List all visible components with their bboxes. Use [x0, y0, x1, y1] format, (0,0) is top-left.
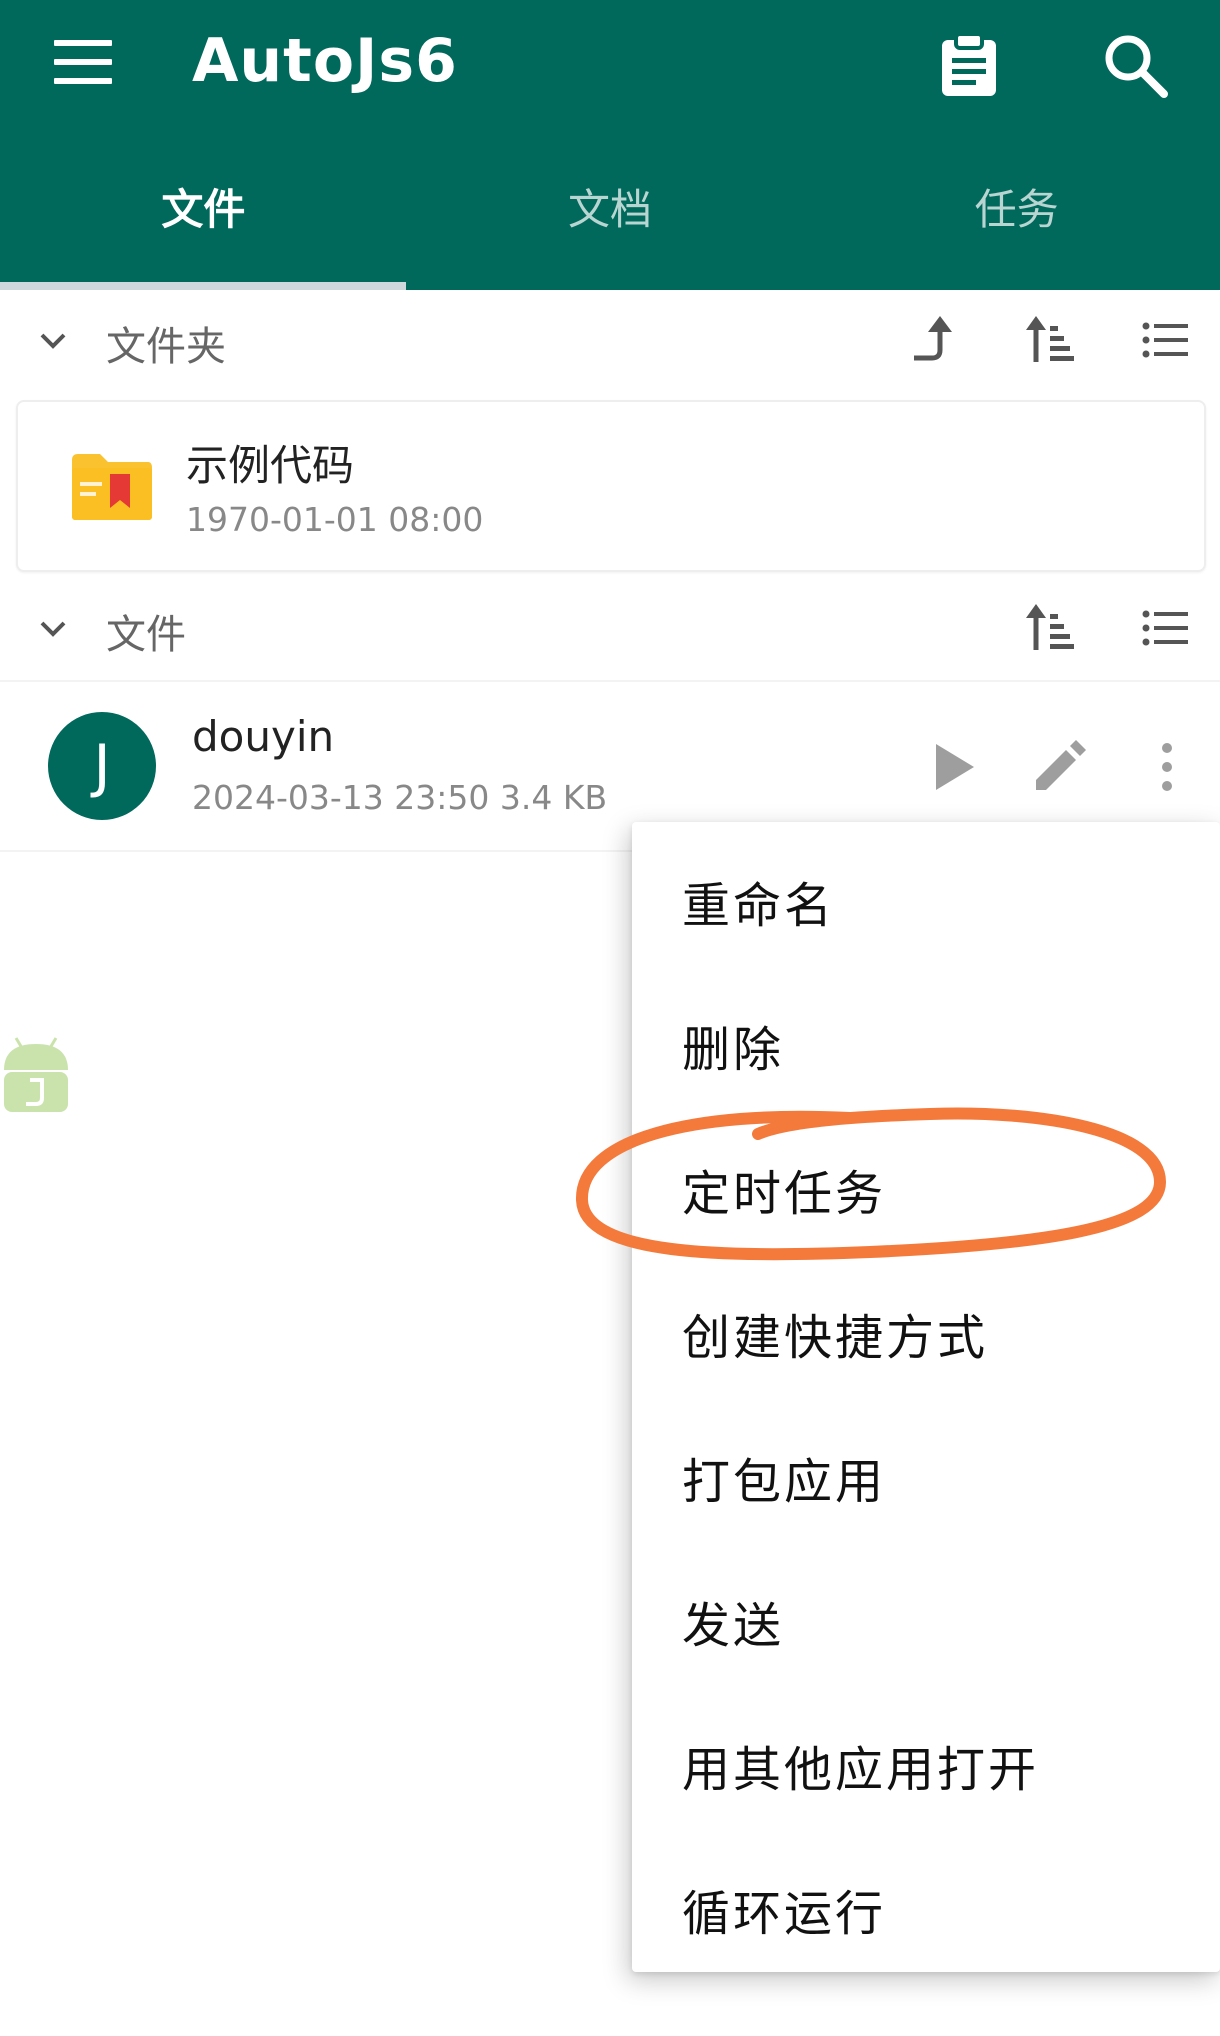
list-view-icon[interactable]	[1140, 314, 1192, 366]
app-bar: AutoJs6 文件 文档 任务	[0, 0, 1220, 290]
menu-item-label: 用其他应用打开	[682, 1742, 1040, 1798]
file-section-header: 文件	[0, 580, 1220, 680]
tab-tasks[interactable]: 任务	[813, 170, 1220, 290]
more-vert-icon[interactable]	[1138, 738, 1196, 796]
file-meta: 2024-03-13 23:50 3.4 KB	[192, 778, 608, 817]
tab-indicator	[0, 282, 406, 290]
menu-item-label: 定时任务	[682, 1166, 887, 1222]
folder-date: 1970-01-01 08:00	[186, 500, 484, 539]
file-section-label: 文件	[106, 612, 186, 658]
tab-files[interactable]: 文件	[0, 170, 407, 290]
chevron-down-icon[interactable]	[38, 326, 68, 356]
file-avatar: J	[48, 712, 156, 820]
menu-item-label: 发送	[682, 1598, 785, 1654]
tab-docs[interactable]: 文档	[407, 170, 814, 290]
menu-item-label: 创建快捷方式	[682, 1310, 989, 1366]
edit-icon[interactable]	[1030, 738, 1088, 796]
sort-icon[interactable]	[1024, 602, 1076, 654]
folder-name: 示例代码	[186, 441, 355, 490]
menu-item-label: 打包应用	[682, 1454, 887, 1510]
folder-icon	[70, 452, 154, 522]
menu-item-loop-run[interactable]: 循环运行	[632, 1830, 1220, 1974]
menu-item-rename[interactable]: 重命名	[632, 822, 1220, 966]
android-logo-icon	[0, 1030, 74, 1126]
context-menu: 重命名 删除 定时任务 创建快捷方式 打包应用 发送 用其他应用打开 循环运行	[632, 822, 1220, 1972]
menu-item-label: 循环运行	[682, 1886, 887, 1942]
folder-section-header: 文件夹	[0, 292, 1220, 392]
menu-item-label: 重命名	[682, 878, 836, 934]
menu-item-build-app[interactable]: 打包应用	[632, 1398, 1220, 1542]
menu-item-scheduled-task[interactable]: 定时任务	[632, 1110, 1220, 1254]
file-name: douyin	[192, 712, 335, 761]
hamburger-menu-icon[interactable]	[54, 40, 114, 88]
menu-item-create-shortcut[interactable]: 创建快捷方式	[632, 1254, 1220, 1398]
folder-section-label: 文件夹	[106, 324, 226, 370]
up-arrow-icon[interactable]	[910, 314, 962, 366]
clipboard-icon[interactable]	[938, 32, 1000, 98]
app-title: AutoJs6	[192, 26, 458, 96]
sort-icon[interactable]	[1024, 314, 1076, 366]
menu-item-open-with[interactable]: 用其他应用打开	[632, 1686, 1220, 1830]
search-icon[interactable]	[1100, 30, 1170, 100]
menu-item-delete[interactable]: 删除	[632, 966, 1220, 1110]
folder-item[interactable]: 示例代码 1970-01-01 08:00	[16, 400, 1206, 572]
menu-item-label: 删除	[682, 1022, 785, 1078]
menu-item-send[interactable]: 发送	[632, 1542, 1220, 1686]
tab-bar: 文件 文档 任务	[0, 170, 1220, 290]
play-icon[interactable]	[924, 738, 982, 796]
list-view-icon[interactable]	[1140, 602, 1192, 654]
chevron-down-icon[interactable]	[38, 614, 68, 644]
